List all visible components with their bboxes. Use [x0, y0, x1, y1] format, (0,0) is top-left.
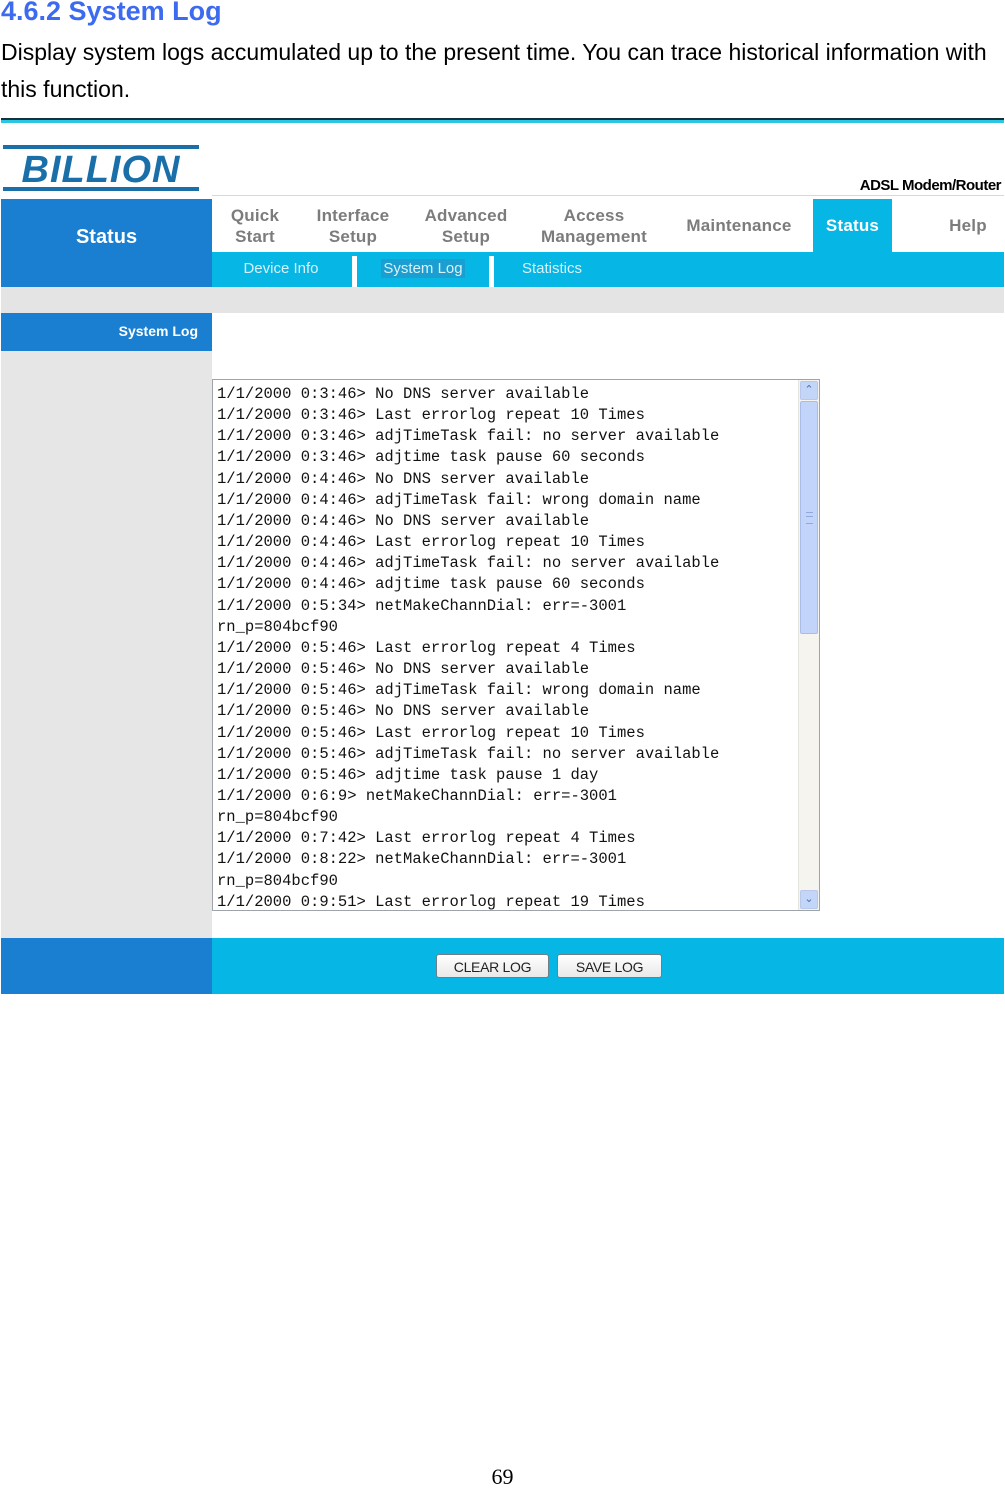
- log-line: 1/1/2000 0:5:46> adjtime task pause 1 da…: [217, 765, 599, 784]
- billion-logo: BILLION: [3, 145, 199, 191]
- log-line: 1/1/2000 0:5:34> netMakeChannDial: err=-…: [217, 596, 627, 615]
- subnav-label: Device Info: [243, 260, 319, 277]
- side-section-title: Status: [1, 199, 212, 287]
- subnav-device-info[interactable]: Device Info: [212, 252, 350, 287]
- subnav-statistics[interactable]: Statistics: [494, 252, 610, 287]
- log-line: 1/1/2000 0:4:46> Last errorlog repeat 10…: [217, 533, 645, 552]
- main-nav: Quick Start Interface Setup Advanced Set…: [212, 199, 1004, 252]
- brand-text: BILLION: [22, 149, 182, 191]
- nav-label: Advanced Setup: [424, 205, 508, 246]
- log-line: 1/1/2000 0:5:46> adjTimeTask fail: no se…: [217, 744, 720, 763]
- router-web-ui: BILLION ADSL Modem/Router Status Quick S…: [1, 115, 1004, 995]
- log-line: 1/1/2000 0:3:46> adjTimeTask fail: no se…: [217, 427, 720, 446]
- side-section-label: Status: [75, 226, 138, 248]
- nav-quick-start[interactable]: Quick Start: [212, 199, 298, 252]
- sidebar: [1, 313, 212, 938]
- nav-label: Interface Setup: [316, 205, 390, 246]
- subnav-label: System Log: [381, 259, 465, 278]
- footer-sidebar: [1, 938, 212, 994]
- log-line: 1/1/2000 0:5:46> Last errorlog repeat 4 …: [217, 638, 636, 657]
- side-page-label: System Log: [118, 323, 198, 339]
- spacer-band: [1, 287, 1004, 313]
- section-heading: 4.6.2 System Log: [1, 0, 222, 26]
- log-line: 1/1/2000 0:5:46> Last errorlog repeat 10…: [217, 723, 645, 742]
- side-page-title: System Log: [1, 313, 212, 351]
- scroll-down-arrow-icon[interactable]: ⌄: [800, 890, 818, 909]
- nav-access-management[interactable]: Access Management: [524, 199, 664, 252]
- nav-label: Access Management: [541, 205, 647, 246]
- log-line: 1/1/2000 0:4:46> adjTimeTask fail: wrong…: [217, 490, 701, 509]
- log-line: 1/1/2000 0:7:42> Last errorlog repeat 4 …: [217, 829, 636, 848]
- log-line: 1/1/2000 0:4:46> adjtime task pause 60 s…: [217, 575, 645, 594]
- clear-log-button[interactable]: CLEAR LOG: [436, 954, 549, 978]
- scroll-up-arrow-icon[interactable]: ⌃: [800, 381, 818, 400]
- scrollbar-thumb[interactable]: [800, 401, 818, 634]
- section-description: Display system logs accumulated up to th…: [1, 39, 987, 102]
- log-line: 1/1/2000 0:5:46> No DNS server available: [217, 702, 590, 721]
- subnav-label: Statistics: [521, 260, 582, 277]
- log-line: rn_p=804bcf90: [217, 871, 338, 890]
- footer-actions: CLEAR LOG SAVE LOG: [212, 938, 1004, 994]
- page-number: 69: [491, 1464, 514, 1489]
- subnav-system-log[interactable]: System Log: [357, 252, 489, 287]
- system-log-textarea[interactable]: 1/1/2000 0:3:46> No DNS server available…: [212, 379, 820, 911]
- nav-help[interactable]: Help: [932, 199, 1004, 252]
- nav-label: Status: [825, 216, 880, 235]
- log-line: 1/1/2000 0:9:51> Last errorlog repeat 19…: [217, 892, 645, 911]
- grip-icon: [806, 512, 813, 524]
- header-top-accent: [1, 120, 1004, 123]
- nav-label: Help: [949, 216, 987, 235]
- nav-advanced-setup[interactable]: Advanced Setup: [408, 199, 524, 252]
- nav-label: Maintenance: [686, 216, 792, 235]
- header-divider: [212, 195, 1004, 196]
- log-line: 1/1/2000 0:5:46> adjTimeTask fail: wrong…: [217, 681, 701, 700]
- product-name: ADSL Modem/Router: [859, 177, 1002, 194]
- log-line: 1/1/2000 0:8:22> netMakeChannDial: err=-…: [217, 850, 627, 869]
- nav-status[interactable]: Status: [813, 199, 892, 252]
- log-scrollbar[interactable]: ⌃ ⌄: [798, 380, 819, 910]
- log-line: 1/1/2000 0:4:46> No DNS server available: [217, 469, 590, 488]
- log-line: 1/1/2000 0:3:46> Last errorlog repeat 10…: [217, 406, 645, 425]
- log-text: 1/1/2000 0:3:46> No DNS server available…: [217, 384, 797, 913]
- save-log-button[interactable]: SAVE LOG: [557, 954, 662, 978]
- nav-label: Quick Start: [230, 205, 280, 246]
- log-line: rn_p=804bcf90: [217, 808, 338, 827]
- sub-nav: Device Info System Log Statistics: [212, 252, 1004, 287]
- log-line: rn_p=804bcf90: [217, 617, 338, 636]
- nav-interface-setup[interactable]: Interface Setup: [298, 199, 408, 252]
- log-line: 1/1/2000 0:4:46> adjTimeTask fail: no se…: [217, 554, 720, 573]
- nav-maintenance[interactable]: Maintenance: [674, 199, 804, 252]
- log-line: 1/1/2000 0:3:46> adjtime task pause 60 s…: [217, 448, 645, 467]
- log-line: 1/1/2000 0:6:9> netMakeChannDial: err=-3…: [217, 786, 617, 805]
- log-line: 1/1/2000 0:5:46> No DNS server available: [217, 660, 590, 679]
- log-line: 1/1/2000 0:3:46> No DNS server available: [217, 385, 590, 403]
- log-line: 1/1/2000 0:4:46> No DNS server available: [217, 511, 590, 530]
